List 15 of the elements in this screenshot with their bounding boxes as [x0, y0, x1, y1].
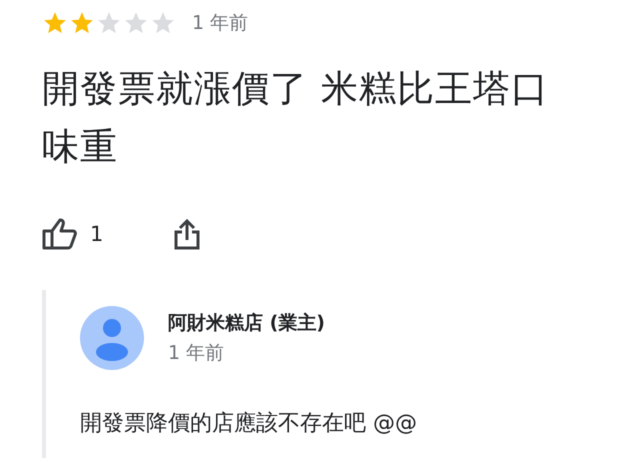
star-icon [69, 10, 95, 36]
avatar-icon [80, 306, 144, 370]
owner-name: 阿財米糕店 (業主) [168, 311, 325, 336]
star-icon [123, 10, 149, 36]
review-time: 1 年前 [192, 11, 248, 36]
thumbs-up-icon [42, 218, 78, 250]
star-icon [96, 10, 122, 36]
star-icon [150, 10, 176, 36]
review-text: 開發票就漲價了 米糕比王塔口味重 [42, 66, 550, 170]
reply-text: 開發票降價的店應該不存在吧 @@ [80, 410, 418, 438]
share-icon [173, 218, 202, 250]
reply-time: 1 年前 [168, 341, 226, 366]
like-button[interactable]: 1 [42, 218, 104, 250]
star-icon [42, 10, 68, 36]
share-button[interactable] [173, 218, 202, 250]
